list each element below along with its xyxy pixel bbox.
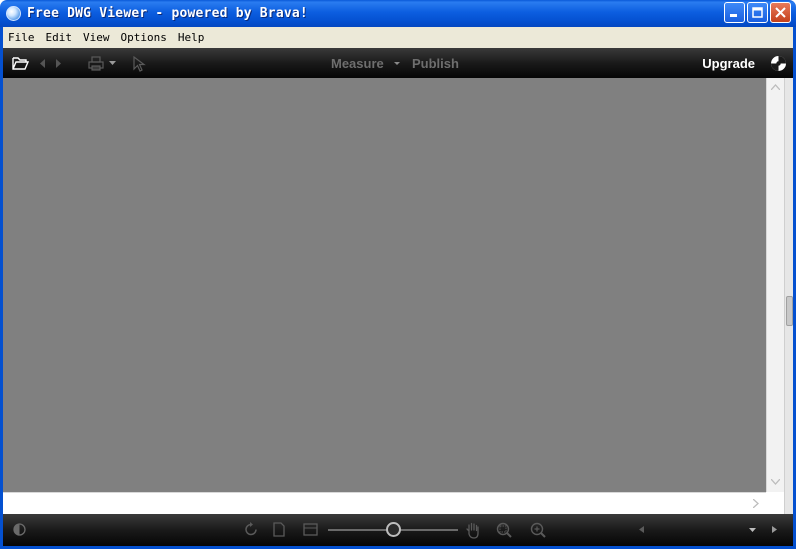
window-title: Free DWG Viewer - powered by Brava! [27, 6, 308, 21]
scroll-down-icon[interactable] [771, 479, 780, 485]
menu-edit[interactable]: Edit [41, 27, 79, 48]
forward-arrow-icon[interactable] [55, 59, 62, 68]
scroll-up-icon[interactable] [771, 84, 780, 90]
drawing-canvas[interactable] [3, 78, 766, 492]
page-icon[interactable] [273, 522, 285, 537]
close-icon [775, 7, 786, 18]
previous-page-icon[interactable] [639, 526, 644, 533]
minimize-button[interactable] [724, 2, 745, 23]
rotate-icon[interactable] [244, 522, 259, 537]
menu-options[interactable]: Options [116, 27, 173, 48]
fit-page-icon[interactable] [303, 522, 319, 537]
close-button[interactable] [770, 2, 791, 23]
horizontal-scrollbar[interactable] [3, 492, 766, 514]
brava-logo-icon[interactable] [770, 55, 787, 72]
upgrade-button[interactable]: Upgrade [702, 56, 755, 71]
next-page-icon[interactable] [772, 526, 777, 533]
maximize-icon [752, 7, 763, 18]
vertical-scrollbar[interactable] [766, 78, 784, 492]
select-pointer-icon[interactable] [133, 56, 146, 72]
publish-button[interactable]: Publish [412, 56, 459, 71]
page-select-dropdown[interactable] [653, 522, 763, 538]
page-dropdown-arrow-icon[interactable] [749, 528, 756, 532]
main-toolbar: Measure Publish Upgrade [3, 48, 793, 78]
app-icon[interactable] [6, 6, 21, 21]
menu-bar: File Edit View Options Help [0, 27, 796, 48]
minimize-icon [730, 14, 737, 17]
maximize-button[interactable] [747, 2, 768, 23]
title-bar: Free DWG Viewer - powered by Brava! [0, 0, 796, 27]
measure-dropdown-icon[interactable] [394, 62, 400, 65]
folder-open-icon[interactable] [12, 56, 30, 70]
menu-view[interactable]: View [78, 27, 116, 48]
zoom-icon[interactable] [529, 522, 547, 539]
window-controls [724, 2, 791, 23]
dropdown-arrow-icon[interactable] [109, 61, 116, 65]
menu-file[interactable]: File [3, 27, 41, 48]
measure-menu[interactable]: Measure [331, 56, 384, 71]
back-arrow-icon[interactable] [39, 59, 46, 68]
bottom-toolbar [3, 514, 793, 546]
print-icon[interactable] [88, 56, 104, 71]
zoom-window-icon[interactable] [495, 522, 513, 539]
contrast-icon[interactable] [13, 523, 26, 536]
zoom-slider-handle[interactable] [385, 522, 401, 537]
side-panel-handle[interactable] [786, 296, 793, 326]
scroll-right-icon[interactable] [753, 499, 759, 508]
menu-help[interactable]: Help [173, 27, 211, 48]
pan-hand-icon[interactable] [465, 522, 481, 539]
